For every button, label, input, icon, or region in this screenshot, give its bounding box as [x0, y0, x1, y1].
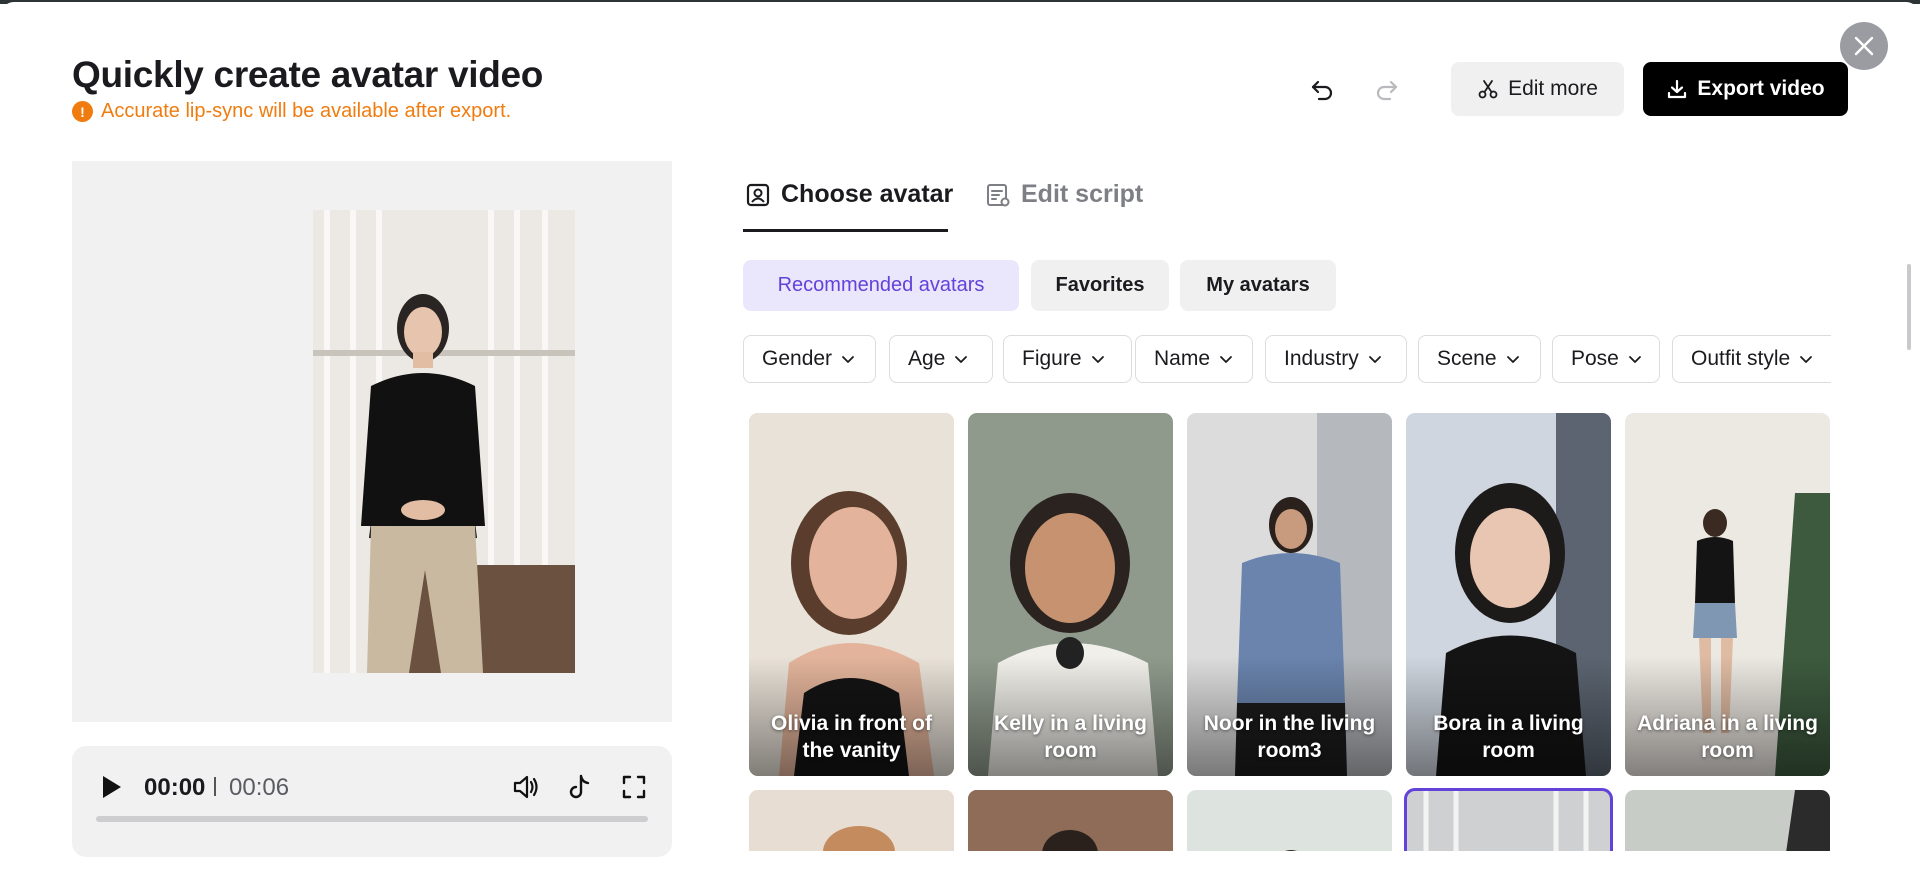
avatar-thumbnail	[1625, 790, 1830, 851]
progress-bar[interactable]	[96, 816, 648, 822]
avatar-card-noor[interactable]: Noor in the living room3	[1187, 413, 1392, 776]
script-tab-icon	[987, 183, 1010, 206]
category-recommended-avatars[interactable]: Recommended avatars	[743, 260, 1019, 311]
avatar-thumbnail	[749, 790, 954, 851]
chevron-down-icon	[1628, 356, 1641, 363]
avatar-card-row2-5[interactable]	[1625, 790, 1830, 851]
tab-choose-avatar[interactable]: Choose avatar	[745, 180, 953, 209]
filter-scene[interactable]: Scene	[1418, 335, 1541, 383]
avatar-card-row2-1[interactable]	[749, 790, 954, 851]
avatar-name: Noor in the living room3	[1203, 712, 1376, 762]
edit-more-button[interactable]: Edit more	[1451, 62, 1624, 116]
avatar-thumbnail	[1406, 790, 1611, 851]
chevron-down-icon	[955, 356, 968, 363]
redo-button[interactable]	[1368, 72, 1404, 108]
volume-icon	[513, 775, 538, 799]
avatar-card-kelly[interactable]: Kelly in a living room	[968, 413, 1173, 776]
page-title: Quickly create avatar video	[72, 54, 544, 95]
play-icon	[103, 776, 121, 798]
redo-icon	[1376, 80, 1398, 101]
active-tab-indicator	[743, 229, 948, 232]
volume-button[interactable]	[509, 770, 543, 804]
avatar-card-bora[interactable]: Bora in a living room	[1406, 413, 1611, 776]
avatar-card-row2-4-selected[interactable]	[1404, 788, 1613, 851]
warning-text: Accurate lip-sync will be available afte…	[101, 100, 512, 122]
filter-gender[interactable]: Gender	[743, 335, 876, 383]
video-preview[interactable]	[313, 210, 575, 673]
filter-label: Gender	[762, 347, 833, 370]
tab-choose-avatar-label: Choose avatar	[781, 180, 954, 208]
video-preview-area	[72, 161, 672, 722]
chevron-down-icon	[1220, 356, 1232, 363]
avatar-name: Adriana in a living room	[1637, 712, 1818, 762]
lip-sync-warning: ! Accurate lip-sync will be available af…	[72, 100, 511, 123]
category-my-avatars[interactable]: My avatars	[1180, 260, 1336, 311]
play-button[interactable]	[96, 772, 126, 802]
avatar-name: Olivia in front of the vanity	[771, 712, 932, 762]
scissors-icon	[1478, 80, 1498, 99]
avatar-tab-icon	[746, 183, 770, 206]
filter-name[interactable]: Name	[1135, 335, 1253, 383]
chevron-down-icon	[1091, 356, 1104, 363]
close-icon	[1854, 36, 1874, 56]
avatar-card-row2-3[interactable]	[1187, 790, 1392, 851]
close-button[interactable]	[1840, 22, 1888, 70]
fullscreen-icon	[622, 775, 646, 799]
edit-more-label: Edit more	[1508, 77, 1598, 100]
export-video-button[interactable]: Export video	[1643, 62, 1848, 116]
filter-label: Outfit style	[1691, 347, 1791, 370]
filter-label: Name	[1154, 347, 1211, 370]
warning-icon: !	[72, 101, 93, 122]
chevron-down-icon	[842, 356, 854, 363]
avatar-grid: Olivia in front of the vanity Kelly in a…	[749, 413, 1831, 851]
avatar-name: Bora in a living room	[1433, 712, 1584, 762]
export-video-label: Export video	[1697, 77, 1825, 100]
filter-figure[interactable]: Figure	[1003, 335, 1132, 383]
fullscreen-button[interactable]	[617, 770, 651, 804]
filter-bar: Gender Age Figure Name Industry Scene Po…	[743, 335, 1831, 383]
tab-edit-script[interactable]: Edit script	[985, 180, 1143, 209]
avatar-thumbnail	[1187, 790, 1392, 851]
undo-button[interactable]	[1305, 72, 1341, 108]
chevron-down-icon	[1506, 356, 1519, 363]
avatar-card-adriana[interactable]: Adriana in a living room	[1625, 413, 1830, 776]
filter-age[interactable]: Age	[889, 335, 993, 383]
create-avatar-video-modal: Quickly create avatar video ! Accurate l…	[0, 2, 1920, 890]
tiktok-button[interactable]	[563, 770, 597, 804]
filter-label: Scene	[1437, 347, 1497, 370]
filter-outfit-style[interactable]: Outfit style	[1672, 335, 1831, 383]
filter-label: Pose	[1571, 347, 1619, 370]
undo-icon	[1311, 80, 1333, 101]
filter-pose[interactable]: Pose	[1552, 335, 1660, 383]
tab-edit-script-label: Edit script	[1021, 180, 1144, 208]
download-icon	[1668, 79, 1687, 99]
category-favorites[interactable]: Favorites	[1031, 260, 1169, 311]
avatar-name: Kelly in a living room	[994, 712, 1147, 762]
current-time: 00:00	[144, 774, 206, 801]
avatar-thumbnail	[968, 790, 1173, 851]
preview-avatar-image	[313, 210, 575, 673]
filter-industry[interactable]: Industry	[1265, 335, 1407, 383]
avatar-card-olivia[interactable]: Olivia in front of the vanity	[749, 413, 954, 776]
chevron-down-icon	[1368, 356, 1381, 363]
time-divider	[214, 777, 216, 796]
total-time: 00:06	[229, 774, 290, 801]
video-player-controls: 00:00 00:06	[72, 746, 672, 857]
chevron-down-icon	[1800, 356, 1813, 363]
filter-label: Figure	[1022, 347, 1082, 370]
panel-scrollbar[interactable]	[1907, 264, 1911, 350]
filter-label: Industry	[1284, 347, 1359, 370]
tiktok-icon	[569, 774, 590, 799]
filter-label: Age	[908, 347, 946, 370]
avatar-card-row2-2[interactable]	[968, 790, 1173, 851]
